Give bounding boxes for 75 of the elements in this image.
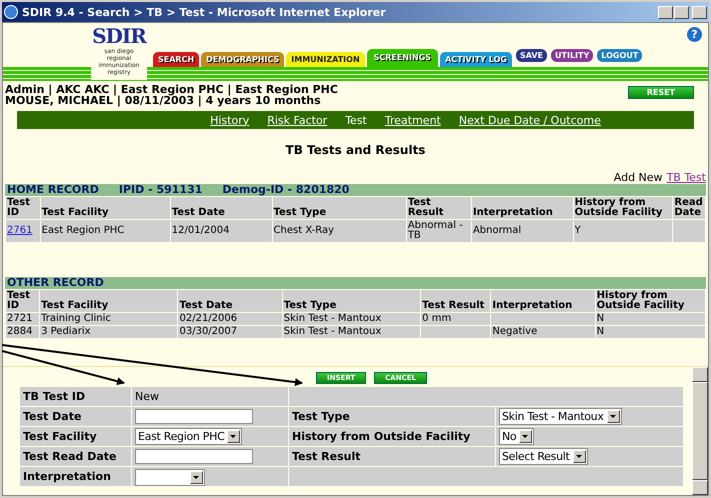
field-label: Test Date	[20, 406, 132, 426]
scrollbar[interactable]	[692, 367, 708, 495]
browser-icon	[4, 5, 18, 19]
input-field[interactable]	[135, 409, 253, 424]
column-header: Read Date	[672, 196, 706, 220]
table-cell: Training Clinic	[40, 312, 178, 326]
section-header-text: IPID - 591131	[118, 184, 202, 196]
minimize-button[interactable]	[658, 6, 673, 18]
page-title: TB Tests and Results	[284, 143, 426, 159]
field-label: TB Test ID	[20, 386, 132, 406]
column-header: Test Facility	[40, 290, 178, 312]
table-cell: Y	[573, 220, 673, 242]
table-cell: 02/21/2006	[178, 312, 282, 326]
subnav-link[interactable]: Risk Factor	[267, 114, 328, 126]
table-cell: N	[595, 312, 706, 326]
field-label: History from Outside Facility	[288, 426, 496, 446]
table-cell: Chest X-Ray	[272, 220, 406, 242]
dropdown[interactable]: East Region PHC	[135, 428, 242, 445]
field-label: Test Facility	[20, 426, 132, 446]
table-cell: 03/30/2007	[178, 326, 282, 338]
dropdown[interactable]: Skin Test - Mantoux	[499, 408, 622, 425]
section-header-text: OTHER RECORD	[7, 277, 104, 289]
field-value: New	[132, 386, 288, 406]
table-cell: Abnormal - TB	[406, 220, 472, 242]
table-cell: 2884	[6, 326, 40, 338]
column-header: History from Outside Facility	[595, 290, 706, 312]
input-field[interactable]	[135, 449, 253, 464]
dropdown[interactable]: Select Result	[499, 448, 588, 465]
action-button[interactable]: LOGOUT	[597, 49, 642, 62]
field-label: Test Type	[288, 406, 496, 426]
dropdown[interactable]	[135, 468, 205, 486]
column-header: Test Result	[406, 196, 472, 220]
action-button[interactable]: SAVE	[516, 49, 548, 62]
column-header: Test Date	[170, 196, 272, 220]
table-cell: Skin Test - Mantoux	[282, 312, 421, 326]
field-label: Interpretation	[20, 466, 132, 486]
table-cell: 12/01/2004	[170, 220, 272, 242]
table-cell: Negative	[490, 326, 596, 338]
column-header: Test Result	[420, 290, 491, 312]
subnav-link[interactable]: History	[210, 114, 250, 126]
help-button[interactable]: ?	[687, 27, 702, 42]
add-new-label: Add New	[614, 171, 663, 184]
table-cell: Skin Test - Mantoux	[282, 326, 421, 338]
table-cell: 0 mm	[420, 312, 491, 326]
section-header-text: HOME RECORD	[7, 184, 99, 196]
user-info-text: MOUSE, MICHAEL | 08/11/2003 | 4 years 10 months	[5, 95, 322, 106]
column-header: Test Type	[282, 290, 421, 312]
field-label: Test Read Date	[20, 446, 132, 466]
table-cell: East Region PHC	[40, 220, 170, 242]
table-cell: Abnormal	[471, 220, 574, 242]
nav-tab[interactable]: SEARCH	[153, 52, 200, 67]
maximize-button[interactable]	[674, 6, 689, 18]
add-link[interactable]: TB Test	[666, 171, 706, 184]
table-cell: 3 Pediarix	[40, 326, 178, 338]
table-cell: 2721	[6, 312, 40, 326]
nav-tab[interactable]: IMMUNIZATION	[286, 52, 365, 67]
action-button[interactable]: UTILITY	[551, 49, 594, 62]
subnav-link[interactable]: Treatment	[384, 114, 441, 126]
field-label: Test Result	[288, 446, 496, 466]
column-header: Test ID	[6, 290, 40, 312]
subnav-link[interactable]: Next Due Date / Outcome	[458, 114, 601, 126]
column-header: Interpretation	[471, 196, 574, 220]
column-header: Interpretation	[490, 290, 596, 312]
window-title: SDIR 9.4 - Search > TB > Test - Microsoft Internet Explorer	[22, 6, 387, 18]
column-header: History from Outside Facility	[573, 196, 673, 220]
section-header-text: Demog-ID - 8201820	[222, 184, 350, 196]
dropdown[interactable]: No	[499, 428, 534, 445]
column-header: Test Type	[272, 196, 406, 220]
column-header: Test ID	[6, 196, 40, 220]
table-cell: N	[595, 326, 706, 338]
user-info-text: Admin | AKC AKC | East Region PHC | East Region PHC	[5, 84, 338, 95]
column-header: Test Date	[178, 290, 282, 312]
subnav-link[interactable]: Test	[345, 114, 367, 126]
close-button[interactable]	[692, 6, 707, 18]
column-header: Test Facility	[40, 196, 170, 220]
